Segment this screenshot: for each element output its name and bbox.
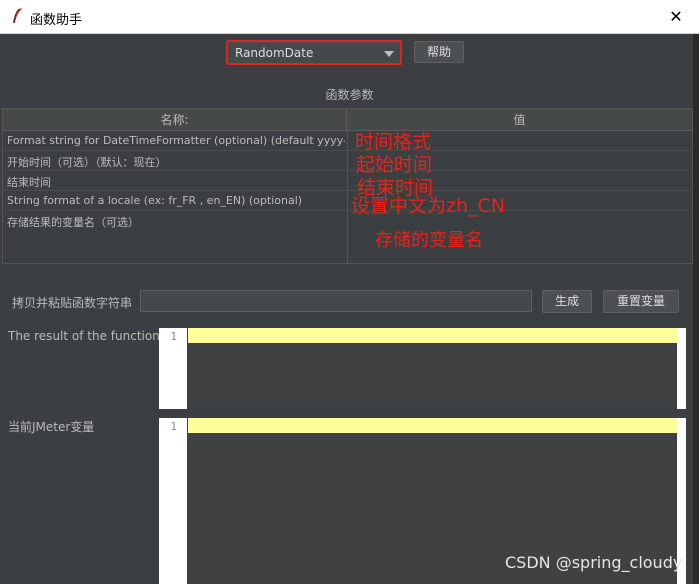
current-line-highlight: [188, 418, 677, 433]
function-select[interactable]: RandomDate: [226, 40, 402, 65]
line-gutter: 1: [159, 418, 187, 584]
result-editor[interactable]: 1: [159, 328, 686, 409]
title-bar: 函数助手 ✕: [0, 0, 699, 34]
param-name: String format of a locale (ex: fr_FR , e…: [7, 194, 303, 207]
section-title: 函数参数: [325, 88, 374, 102]
line-number: 1: [170, 420, 177, 433]
result-label: The result of the function is: [8, 329, 174, 343]
param-name: 开始时间（可选）（默认：现在）: [7, 156, 167, 169]
watermark: CSDN @spring_cloudy: [505, 553, 683, 572]
function-string-input[interactable]: [140, 290, 532, 312]
scrollbar[interactable]: [677, 328, 686, 409]
close-button[interactable]: ✕: [653, 0, 699, 33]
current-line-highlight: [188, 328, 677, 343]
function-select-value: RandomDate: [235, 46, 314, 60]
line-number: 1: [170, 330, 177, 343]
annotation: 存储的变量名: [375, 230, 483, 251]
param-name: Format string for DateTimeFormatter (opt…: [7, 134, 345, 147]
reset-variables-button[interactable]: 重置变量: [603, 290, 679, 313]
param-name: 存储结果的变量名（可选）: [7, 216, 139, 229]
generate-button[interactable]: 生成: [542, 290, 592, 313]
params-table: 名称: 值 Format string for DateTimeFormatte…: [2, 108, 693, 264]
annotation: 设置中文为zh_CN: [351, 195, 505, 217]
chevron-down-icon: [384, 51, 394, 57]
line-gutter: 1: [159, 328, 187, 409]
feather-icon: [13, 8, 22, 23]
column-divider: [347, 131, 348, 263]
window-edge: [693, 34, 699, 584]
window-title: 函数助手: [30, 13, 83, 28]
function-select-row: RandomDate 帮助: [0, 34, 699, 76]
help-button[interactable]: 帮助: [414, 41, 464, 63]
copy-label: 拷贝并粘贴函数字符串: [12, 296, 133, 310]
header-name: 名称:: [3, 109, 347, 131]
param-name: 结束时间: [7, 176, 51, 189]
variables-label: 当前JMeter变量: [8, 420, 95, 434]
